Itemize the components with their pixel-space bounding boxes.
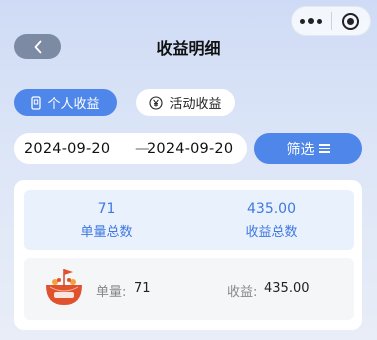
menu-lines-icon [318, 144, 330, 153]
end-date[interactable]: 2024-09-20 [147, 141, 233, 157]
income-label: 收益: [227, 285, 258, 300]
start-date[interactable]: 2024-09-20 [24, 141, 110, 157]
card-icon [31, 95, 42, 110]
tab-activity-income[interactable]: 活动收益 [136, 89, 235, 116]
summary-panel: 71 单量总数 435.00 收益总数 [24, 190, 354, 250]
merchant-logo [42, 265, 86, 309]
date-range-picker[interactable]: 2024-09-20 — 2024-09-20 [14, 133, 247, 164]
more-dots-icon [300, 18, 306, 24]
filter-label: 筛选 [286, 141, 315, 158]
quantity-label: 单量: [96, 285, 127, 300]
income-total-stat: 435.00 收益总数 [189, 190, 354, 240]
order-count-label: 单量总数 [80, 225, 133, 240]
order-count-value: 71 [97, 201, 116, 217]
mini-program-capsule [291, 6, 371, 36]
close-button[interactable] [331, 12, 370, 30]
close-circle-icon [342, 12, 360, 30]
filter-button[interactable]: 筛选 [254, 133, 362, 164]
yen-icon [149, 95, 164, 110]
tab-label: 个人收益 [47, 97, 100, 112]
income-card: 71 单量总数 435.00 收益总数 单量: 71 收益: 435.00 [14, 180, 362, 330]
income-value: 435.00 [264, 281, 310, 296]
income-total-label: 收益总数 [245, 225, 298, 240]
order-count-stat: 71 单量总数 [24, 190, 189, 240]
list-item[interactable]: 单量: 71 收益: 435.00 [24, 258, 354, 320]
quantity-value: 71 [134, 281, 151, 296]
tab-personal-income[interactable]: 个人收益 [14, 89, 117, 116]
more-button[interactable] [292, 18, 331, 24]
page-title: 收益明细 [156, 39, 221, 58]
tab-label: 活动收益 [169, 97, 222, 112]
income-total-value: 435.00 [247, 201, 296, 217]
